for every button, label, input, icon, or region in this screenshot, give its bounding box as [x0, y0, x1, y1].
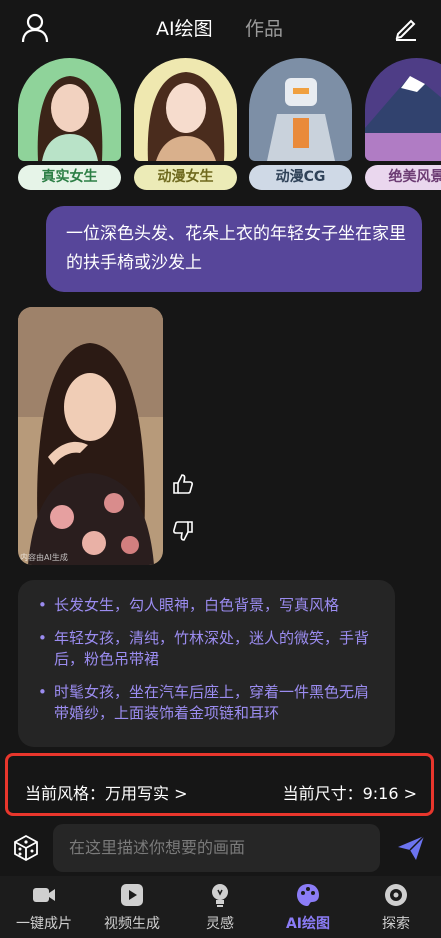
generated-image[interactable]: 内容由AI生成	[18, 307, 163, 565]
top-header: AI绘图 作品	[0, 0, 441, 58]
style-label: 真实女生	[18, 165, 121, 190]
tabbar-item-inspiration[interactable]: 灵感	[176, 876, 264, 938]
real-girl-thumbnail	[18, 58, 121, 161]
user-prompt-bubble: 一位深色头发、花朵上衣的年轻女子坐在家里的扶手椅或沙发上	[46, 206, 422, 292]
style-card-anime-girl[interactable]: 动漫女生	[134, 58, 237, 190]
tabbar-item-one-click-video[interactable]: 一键成片	[0, 876, 88, 938]
suggestion-item[interactable]: 时髦女孩，坐在汽车后座上，穿着一件黑色无肩带婚纱，上面装饰着金项链和耳环	[36, 682, 381, 724]
tabbar-label: 探索	[382, 916, 410, 932]
tabbar-item-ai-drawing[interactable]: AI绘图	[264, 876, 352, 938]
style-card-real-girl[interactable]: 真实女生	[18, 58, 121, 190]
anime-girl-thumbnail	[134, 58, 237, 161]
bottom-tab-bar: 一键成片 视频生成 灵感 AI绘图 探索	[0, 876, 441, 938]
tabbar-item-explore[interactable]: 探索	[352, 876, 440, 938]
lightbulb-icon	[212, 884, 228, 907]
send-icon[interactable]	[396, 834, 426, 862]
prompt-input[interactable]: 在这里描述你想要的画面	[53, 824, 380, 872]
current-style-selector[interactable]: 当前风格：万用写实 >	[25, 783, 188, 805]
scenery-thumbnail	[365, 58, 441, 161]
video-camera-icon	[33, 888, 55, 902]
tab-works[interactable]: 作品	[245, 16, 283, 42]
style-card-anime-cg[interactable]: 动漫CG	[249, 58, 352, 190]
suggestion-item[interactable]: 长发女生，勾人眼神，白色背景，写真风格	[36, 595, 381, 616]
anime-cg-thumbnail	[249, 58, 352, 161]
tabbar-label: 一键成片	[16, 916, 72, 932]
tabbar-item-video-generation[interactable]: 视频生成	[88, 876, 176, 938]
tabbar-label: AI绘图	[285, 916, 331, 932]
suggestion-item[interactable]: 年轻女孩，清纯，竹林深处，迷人的微笑，手背后，粉色吊带裙	[36, 628, 381, 670]
prompt-input-row: 在这里描述你想要的画面	[0, 820, 441, 876]
style-card-scenery[interactable]: 绝美风景	[365, 58, 441, 190]
tab-ai-drawing[interactable]: AI绘图	[156, 16, 213, 42]
current-size-selector[interactable]: 当前尺寸：9:16 >	[283, 783, 417, 805]
ai-watermark: 内容由AI生成	[20, 553, 68, 562]
thumbs-down-icon[interactable]	[172, 520, 194, 542]
tabbar-label: 灵感	[206, 916, 234, 932]
edit-pen-icon[interactable]	[392, 14, 420, 42]
prompt-suggestions: 长发女生，勾人眼神，白色背景，写真风格 年轻女孩，清纯，竹林深处，迷人的微笑，手…	[18, 580, 395, 747]
palette-icon	[297, 884, 319, 906]
style-label: 绝美风景	[365, 165, 441, 190]
tabbar-label: 视频生成	[104, 916, 160, 932]
play-icon	[121, 884, 143, 906]
dice-random-icon[interactable]	[12, 834, 40, 862]
user-profile-icon[interactable]	[21, 13, 49, 43]
thumbs-up-icon[interactable]	[172, 473, 194, 495]
generation-settings-bar: 当前风格：万用写实 > 当前尺寸：9:16 >	[5, 753, 434, 816]
style-carousel: 真实女生 动漫女生 动漫CG 绝美风景	[0, 58, 441, 194]
style-label: 动漫CG	[249, 165, 352, 190]
style-label: 动漫女生	[134, 165, 237, 190]
compass-icon	[385, 884, 407, 906]
